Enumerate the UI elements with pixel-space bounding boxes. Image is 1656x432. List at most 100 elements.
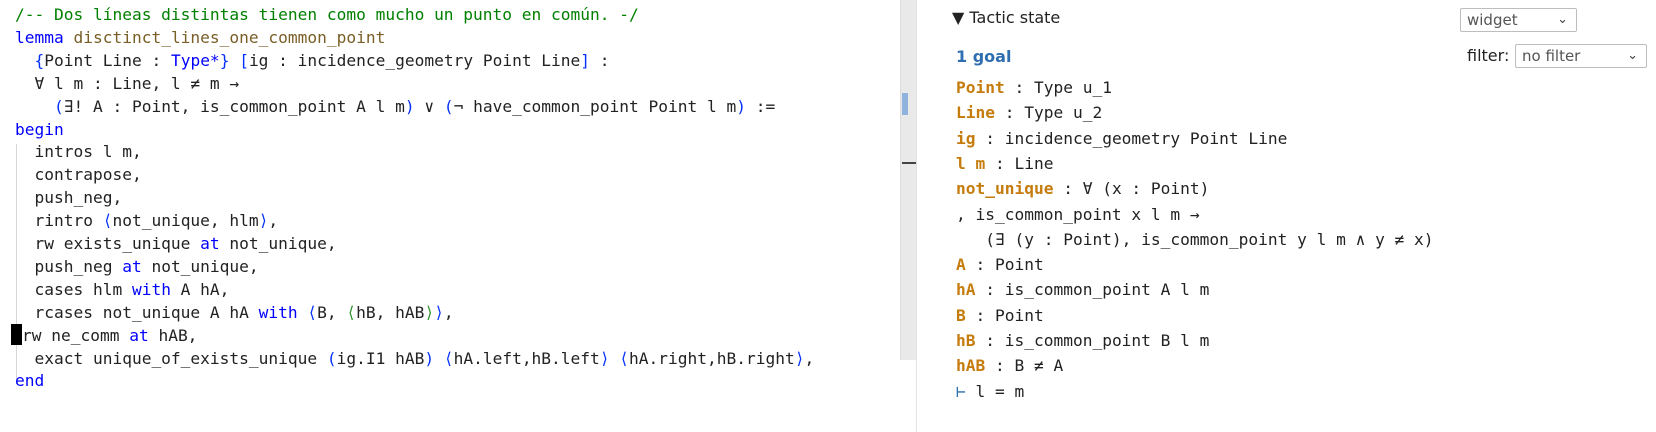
hypothesis-row[interactable]: l m : Line	[956, 151, 1053, 177]
code-token: (	[326, 348, 337, 368]
chevron-down-icon: ⌄	[1627, 48, 1638, 63]
filter-select[interactable]: no filter ⌄	[1515, 44, 1647, 68]
mode-select[interactable]: widget ⌄	[1460, 8, 1577, 32]
code-line[interactable]: rcases not_unique A hA with ⟨B, ⟨hB, hAB…	[15, 301, 454, 325]
code-token: )	[736, 96, 746, 116]
code-token: :=	[745, 96, 776, 116]
hypothesis-type: : ∀ (x : Point)	[1053, 179, 1210, 199]
hypothesis-name: A	[956, 255, 966, 275]
code-token: ⟨	[307, 302, 318, 322]
turnstile-symbol: ⊢	[956, 381, 966, 401]
hypothesis-name: hA	[956, 280, 976, 300]
code-token: ⟨	[619, 348, 630, 368]
code-token: intros l m,	[15, 142, 142, 162]
code-token: ⟩	[258, 211, 269, 231]
code-line[interactable]: ∀ l m : Line, l ≠ m →	[15, 72, 239, 96]
code-token: not_unique, hlm	[112, 211, 259, 231]
triangle-down-icon: ▼	[952, 8, 965, 27]
tactic-state-header[interactable]: ▼ Tactic state	[952, 8, 1060, 27]
code-token: (	[53, 96, 64, 116]
code-token: end	[15, 371, 45, 391]
code-line[interactable]: lemma disctinct_lines_one_common_point	[15, 26, 385, 50]
code-line[interactable]: exact unique_of_exists_unique (ig.I1 hAB…	[15, 347, 814, 371]
hypothesis-row[interactable]: Line : Type u_2	[956, 100, 1102, 126]
hypothesis-type: : Point	[965, 255, 1044, 275]
code-line[interactable]: end	[15, 369, 44, 393]
code-token: at	[129, 325, 149, 345]
code-token: {	[34, 50, 45, 70]
editor-scrollbar[interactable]	[900, 0, 917, 360]
code-line[interactable]: begin	[15, 118, 64, 142]
hypothesis-row[interactable]: Point : Type u_1	[956, 75, 1112, 101]
code-line[interactable]: rintro ⟨not_unique, hlm⟩,	[15, 209, 278, 233]
hypothesis-row[interactable]: (∃ (y : Point), is_common_point y l m ∧ …	[956, 227, 1434, 253]
hypothesis-name: l m	[956, 153, 986, 173]
hypothesis-type: l = m	[965, 381, 1025, 401]
code-token: A hA,	[170, 279, 230, 299]
code-token: exact unique_of_exists_unique	[15, 348, 327, 368]
hypothesis-name: B	[956, 305, 966, 325]
code-token: ⟨	[102, 211, 113, 231]
hypothesis-type: : Type u_2	[994, 103, 1103, 123]
code-token: hB, hAB	[356, 302, 425, 322]
hypothesis-row[interactable]: , is_common_point x l m →	[956, 202, 1200, 228]
hypothesis-name: hB	[956, 331, 976, 350]
code-line[interactable]: (∃! A : Point, is_common_point A l m) ∨ …	[15, 95, 775, 119]
code-token: B,	[317, 302, 347, 322]
hypothesis-row[interactable]: B : Point	[956, 303, 1044, 329]
hypothesis-row[interactable]: hAB : B ≠ A	[956, 353, 1063, 379]
hypothesis-row[interactable]: not_unique : ∀ (x : Point)	[956, 176, 1209, 202]
hypothesis-name: ig	[956, 128, 976, 148]
code-token: )	[424, 348, 435, 368]
hypothesis-type: : Point	[965, 305, 1044, 325]
hypothesis-row[interactable]: ig : incidence_geometry Point Line	[956, 126, 1287, 152]
code-token: hA.left,hB.left	[453, 348, 600, 368]
hypothesis-row[interactable]: A : Point	[956, 252, 1044, 278]
code-line[interactable]: cases hlm with A hA,	[15, 278, 229, 302]
code-line[interactable]: rw ne_comm at hAB,	[11, 323, 198, 348]
hypothesis-type: (∃ (y : Point), is_common_point y l m ∧ …	[956, 229, 1434, 249]
code-line[interactable]: intros l m,	[15, 140, 142, 164]
code-line[interactable]: /-- Dos líneas distintas tienen como muc…	[15, 3, 639, 27]
code-token: hAB,	[148, 325, 198, 345]
code-token: at	[122, 256, 142, 276]
tactic-state-title: Tactic state	[969, 8, 1061, 27]
chevron-down-icon: ⌄	[1557, 12, 1568, 27]
code-token: ,	[443, 302, 454, 322]
code-token: ¬ have_common_point Point l m	[453, 96, 737, 116]
code-token: (	[443, 96, 454, 116]
code-token: ∀ l m : Line, l ≠ m →	[15, 73, 240, 93]
code-token: push_neg,	[15, 188, 123, 208]
code-editor[interactable]: /-- Dos líneas distintas tienen como muc…	[0, 0, 900, 432]
code-line[interactable]: push_neg at not_unique,	[15, 255, 259, 279]
code-token: lemma	[15, 27, 64, 47]
code-line[interactable]: {Point Line : Type*} [ig : incidence_geo…	[15, 49, 610, 73]
hypothesis-name: Line	[956, 103, 995, 123]
code-token: disctinct_lines_one_common_point	[73, 27, 386, 47]
hypothesis-name: hAB	[956, 356, 986, 376]
hypothesis-row[interactable]: hB : is_common_point B l m	[956, 328, 1209, 354]
mode-select-value: widget	[1467, 11, 1518, 29]
code-token: not_unique,	[141, 256, 259, 276]
code-token: ∨	[414, 96, 444, 116]
hypothesis-type: : Type u_1	[1004, 78, 1112, 97]
code-token: ⟩	[599, 348, 610, 368]
filter-select-value: no filter	[1522, 47, 1581, 65]
hypothesis-type: : incidence_geometry Point Line	[975, 128, 1288, 148]
code-line[interactable]: rw exists_unique at not_unique,	[15, 232, 336, 256]
hypothesis-row[interactable]: hA : is_common_point A l m	[956, 277, 1209, 303]
code-line[interactable]: push_neg,	[15, 186, 122, 210]
code-token: with	[131, 279, 171, 299]
text-cursor	[11, 323, 22, 345]
code-token: [	[239, 50, 249, 70]
code-token: :	[590, 50, 610, 70]
hypothesis-row[interactable]: ⊢ l = m	[956, 379, 1024, 405]
code-token: ⟩	[424, 302, 435, 322]
code-line[interactable]: contrapose,	[15, 163, 141, 187]
